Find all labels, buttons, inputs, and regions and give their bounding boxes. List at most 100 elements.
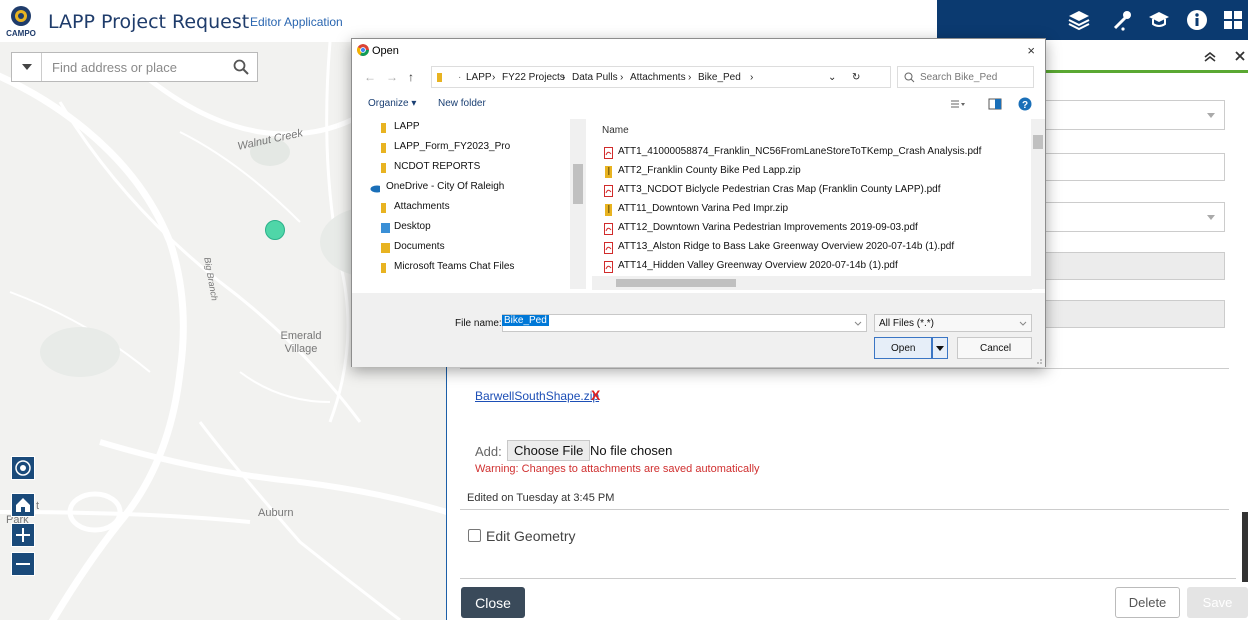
- edit-geometry-checkbox[interactable]: [468, 529, 481, 542]
- folder-icon: [381, 123, 386, 133]
- nav-item-label: Documents: [394, 241, 445, 252]
- layers-icon[interactable]: [1067, 8, 1091, 32]
- search-icon[interactable]: [233, 59, 249, 75]
- nav-item-label: Attachments: [394, 201, 450, 212]
- zoom-in-button[interactable]: [11, 523, 35, 547]
- folder-icon: [437, 73, 442, 82]
- delete-button[interactable]: Delete: [1115, 587, 1180, 618]
- no-file-chosen-text: No file chosen: [590, 443, 673, 458]
- svg-text:?: ?: [1022, 100, 1028, 111]
- breadcrumb-2[interactable]: Data Pulls: [572, 72, 618, 83]
- edit-geometry-label: Edit Geometry: [486, 528, 576, 544]
- zoom-in-icon: [16, 528, 30, 542]
- pdf-file-icon: [604, 242, 613, 254]
- select-field-2[interactable]: [1044, 202, 1225, 232]
- breadcrumb-1[interactable]: FY22 Projects: [502, 72, 565, 83]
- zoom-out-icon: [16, 563, 30, 565]
- help-icon[interactable]: ?: [1018, 97, 1032, 111]
- zoom-out-button[interactable]: [11, 552, 35, 576]
- pdf-file-icon: [604, 261, 613, 273]
- text-field-1[interactable]: [1044, 153, 1225, 181]
- organize-button[interactable]: Organize ▾: [368, 98, 416, 109]
- home-button[interactable]: [11, 493, 35, 517]
- folder-icon: [381, 203, 386, 213]
- pdf-file-icon: [604, 147, 613, 159]
- nav-item-label: LAPP: [394, 121, 420, 132]
- new-folder-button[interactable]: New folder: [438, 98, 486, 109]
- attachment-link[interactable]: BarwellSouthShape.zip: [475, 389, 599, 403]
- close-button[interactable]: Close: [461, 587, 525, 618]
- breadcrumb-3[interactable]: Attachments: [630, 72, 686, 83]
- forward-arrow-icon[interactable]: →: [386, 70, 398, 84]
- select-field-1[interactable]: [1044, 100, 1225, 130]
- dialog-footer: File name: Bike_Ped All Files (*.*) Open…: [352, 293, 1045, 367]
- file-name-input[interactable]: [502, 314, 867, 332]
- chevron-down-icon: [854, 321, 862, 326]
- address-bar[interactable]: · LAPP › FY22 Projects › Data Pulls › At…: [431, 66, 891, 88]
- search-source-dropdown[interactable]: [12, 53, 42, 81]
- open-button[interactable]: Open: [874, 337, 932, 359]
- open-options-button[interactable]: [932, 337, 948, 359]
- caret-down-icon: [936, 346, 944, 351]
- file-list-scrollbar[interactable]: [1031, 119, 1045, 289]
- back-arrow-icon[interactable]: ←: [364, 70, 376, 84]
- resize-grip-icon[interactable]: [1035, 357, 1043, 365]
- file-item-name: ATT3_NCDOT Biclycle Pedestrian Cras Map …: [618, 184, 941, 195]
- chevron-down-icon: [1019, 321, 1027, 326]
- map-label-t: t: [36, 500, 40, 512]
- readonly-field-1: [1044, 252, 1225, 280]
- refresh-icon[interactable]: ↻: [852, 72, 860, 83]
- file-item-name: ATT11_Downtown Varina Ped Impr.zip: [618, 203, 789, 214]
- collapse-icon[interactable]: [1202, 48, 1218, 64]
- breadcrumb-0[interactable]: LAPP: [466, 72, 492, 83]
- view-options-icon[interactable]: [950, 98, 966, 110]
- search-input[interactable]: [50, 53, 230, 81]
- name-column-header[interactable]: Name: [602, 125, 629, 136]
- info-icon[interactable]: [1185, 8, 1209, 32]
- cancel-button[interactable]: Cancel: [957, 337, 1032, 359]
- zip-file-icon: [605, 166, 612, 178]
- panel-accent-line: [1046, 70, 1248, 73]
- dialog-close-button[interactable]: ×: [1027, 43, 1035, 58]
- open-button-label: Open: [891, 343, 916, 354]
- folder-search-box[interactable]: Search Bike_Ped: [897, 66, 1034, 88]
- file-type-select[interactable]: All Files (*.*): [874, 314, 1032, 332]
- app-root: CAMPO LAPP Project Request Editor Applic…: [0, 0, 1248, 620]
- grid-icon[interactable]: [1221, 8, 1245, 32]
- folder-icon: [381, 143, 386, 153]
- edited-timestamp: Edited on Tuesday at 3:45 PM: [467, 492, 615, 504]
- file-name-label: File name:: [455, 318, 502, 329]
- caret-down-icon: [22, 64, 32, 70]
- svg-text:CAMPO: CAMPO: [6, 29, 36, 38]
- dialog-title: Open: [372, 45, 399, 57]
- locate-icon: [15, 460, 31, 476]
- locate-button[interactable]: [11, 456, 35, 480]
- map-search-box: [11, 52, 258, 82]
- nav-item-label: LAPP_Form_FY2023_Pro: [394, 141, 511, 152]
- close-panel-icon[interactable]: [1232, 48, 1248, 64]
- panel-scrollbar-thumb[interactable]: [1242, 512, 1248, 582]
- breadcrumb-4[interactable]: Bike_Ped: [698, 72, 741, 83]
- desktop-icon: [381, 223, 390, 233]
- nav-item-label: Microsoft Teams Chat Files: [394, 261, 515, 272]
- education-icon[interactable]: [1147, 8, 1171, 32]
- save-button[interactable]: Save: [1187, 587, 1248, 618]
- tools-icon[interactable]: [1111, 8, 1135, 32]
- file-name-value[interactable]: Bike_Ped: [502, 315, 549, 326]
- attachment-warning: Warning: Changes to attachments are save…: [475, 463, 760, 475]
- folder-icon: [381, 263, 386, 273]
- pdf-file-icon: [604, 185, 613, 197]
- folder-icon: [381, 163, 386, 173]
- chevron-down-icon[interactable]: ⌄: [828, 72, 836, 83]
- nav-pane-scrollbar[interactable]: [570, 119, 586, 289]
- dialog-toolbar: Organize ▾ New folder ?: [352, 94, 1045, 116]
- file-item-name: ATT13_Alston Ridge to Bass Lake Greenway…: [618, 241, 955, 252]
- choose-file-button[interactable]: Choose File: [507, 440, 591, 461]
- file-list-hscrollbar[interactable]: [592, 276, 1032, 290]
- app-subtitle: Editor Application: [250, 15, 343, 29]
- remove-attachment-button[interactable]: X: [591, 387, 600, 403]
- file-item-name: ATT1_41000058874_Franklin_NC56FromLaneSt…: [618, 146, 982, 157]
- up-arrow-icon[interactable]: ↑: [408, 70, 414, 84]
- preview-pane-icon[interactable]: [988, 98, 1002, 110]
- map-point-marker[interactable]: [265, 220, 285, 240]
